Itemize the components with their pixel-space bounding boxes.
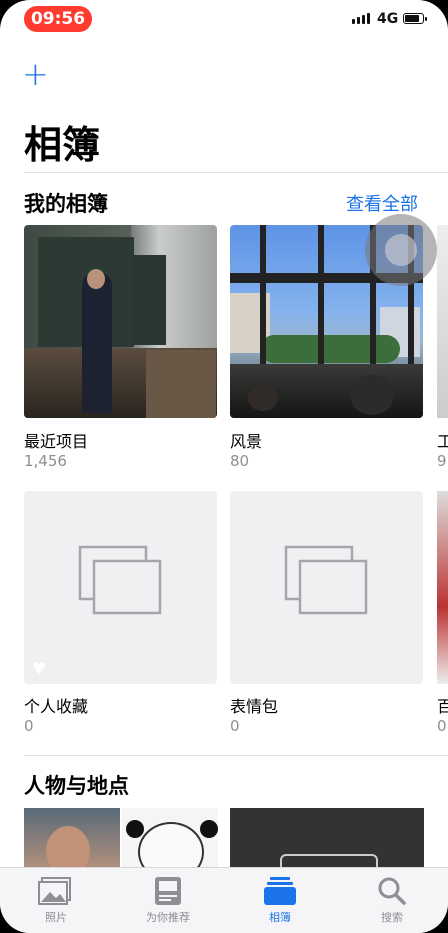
see-all-link[interactable]: 查看全部: [346, 190, 418, 216]
status-time: 09:56: [24, 6, 92, 32]
for-you-icon: [155, 877, 181, 905]
network-type: 4G: [377, 11, 399, 27]
places-thumbnail[interactable]: [230, 808, 424, 868]
tab-label: 照片: [45, 911, 67, 924]
tab-bar: 照片 为你推荐 相簿 搜索: [0, 867, 448, 933]
people-places-title: 人物与地点: [24, 774, 129, 798]
search-icon: [378, 877, 406, 905]
tab-for-you[interactable]: 为你推荐: [112, 868, 224, 933]
tab-search[interactable]: 搜索: [336, 868, 448, 933]
tab-albums[interactable]: 相簿: [224, 868, 336, 933]
album-peek-count: 9: [437, 452, 447, 470]
album-peek-label: 工: [437, 432, 448, 451]
album-peek-thumbnail[interactable]: [437, 225, 448, 418]
album-peek-thumbnail[interactable]: [437, 491, 448, 684]
album-count: 0: [230, 717, 240, 735]
people-thumbnail[interactable]: [122, 808, 218, 868]
heart-icon: ♥: [32, 659, 47, 678]
section-divider: [24, 755, 448, 756]
album-count: 1,456: [24, 452, 67, 470]
album-favorites-thumbnail[interactable]: ♥: [24, 491, 217, 684]
album-label: 个人收藏: [24, 697, 89, 716]
album-label: 最近项目: [24, 432, 89, 451]
album-count: 80: [230, 452, 250, 470]
tab-photos[interactable]: 照片: [0, 868, 112, 933]
page-title: 相簿: [24, 123, 101, 167]
title-divider: [24, 172, 448, 173]
album-placeholder-icon: [78, 545, 162, 615]
photos-icon: [38, 877, 71, 905]
tab-label: 相簿: [269, 911, 291, 924]
album-peek-count: 0: [437, 717, 447, 735]
albums-icon: [264, 877, 296, 905]
album-stickers-thumbnail[interactable]: [230, 491, 423, 684]
tab-label: 搜索: [381, 911, 403, 924]
my-albums-title: 我的相簿: [24, 192, 108, 216]
album-placeholder-icon: [284, 545, 368, 615]
album-count: 0: [24, 717, 34, 735]
album-recents-thumbnail[interactable]: [24, 225, 217, 418]
add-album-button[interactable]: +: [22, 58, 49, 90]
album-label: 风景: [230, 432, 263, 451]
tab-label: 为你推荐: [146, 911, 190, 924]
signal-icon: [352, 13, 370, 24]
battery-icon: [403, 13, 427, 24]
status-bar: 09:56 4G: [0, 0, 448, 40]
photos-app-screen: 09:56 4G + 相簿 我的相簿 查看全部 最近项目 1,456 风景 80…: [0, 0, 448, 933]
people-thumbnail[interactable]: [24, 808, 120, 868]
album-peek-label: 百: [437, 697, 448, 716]
album-label: 表情包: [230, 697, 279, 716]
touch-indicator: [365, 214, 437, 286]
